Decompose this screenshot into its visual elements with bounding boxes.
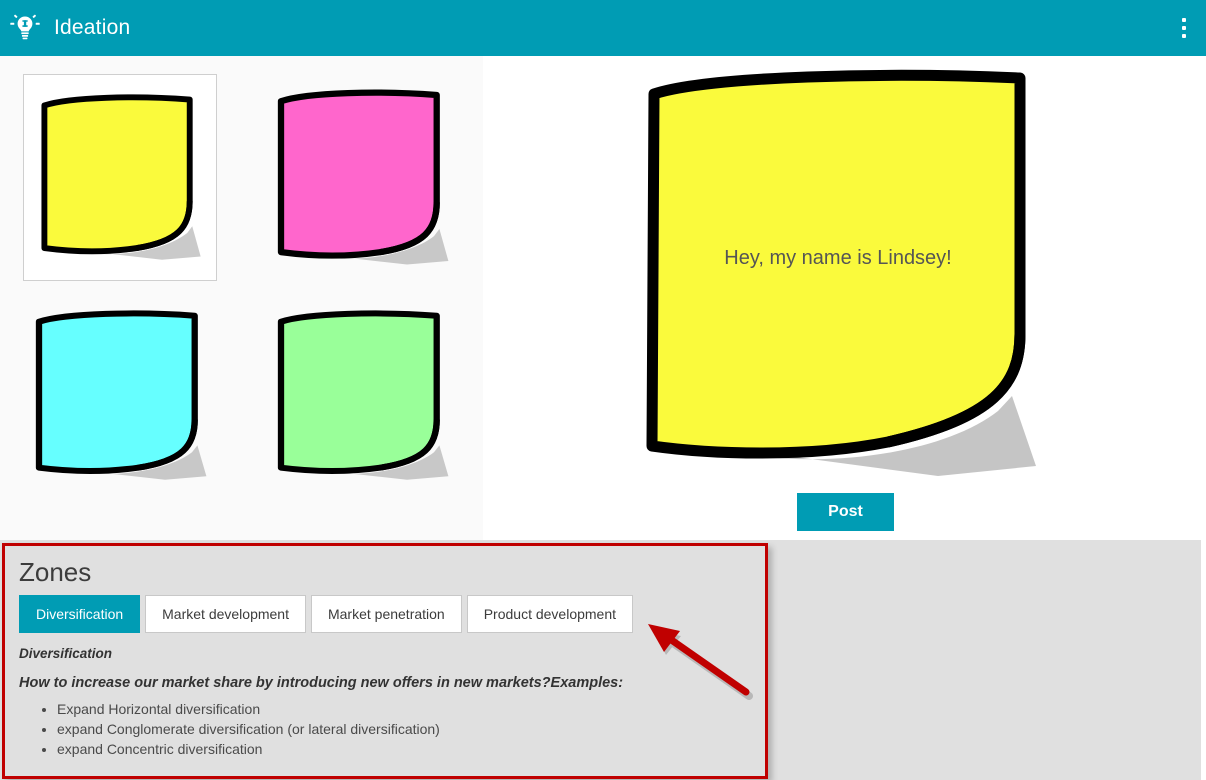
zone-subtitle: Diversification — [19, 646, 113, 661]
zones-panel: Zones Diversification Market development… — [2, 543, 768, 779]
list-item: expand Concentric diversification — [57, 739, 751, 759]
zones-title: Zones — [19, 557, 92, 587]
app-root: Ideation Hey, my name is Lindsey! Post Z… — [0, 0, 1206, 780]
note-color-palette — [0, 56, 483, 540]
sticky-note-pink — [272, 87, 452, 269]
menu-dot — [1182, 26, 1186, 30]
tab-product-development[interactable]: Product development — [466, 595, 634, 633]
menu-dot — [1182, 18, 1186, 22]
palette-note-cyan[interactable] — [23, 296, 217, 496]
sticky-note-cyan — [30, 308, 210, 484]
lightbulb-idea-icon — [8, 11, 42, 45]
app-title: Ideation — [54, 16, 131, 39]
app-header: Ideation — [0, 0, 1206, 56]
zone-content: Diversification How to increase our mark… — [19, 646, 751, 759]
list-item: Expand Horizontal diversification — [57, 699, 751, 719]
more-vertical-icon[interactable] — [1172, 13, 1196, 43]
right-edge-spacer — [1201, 540, 1206, 780]
tab-market-penetration[interactable]: Market penetration — [310, 595, 462, 633]
zones-region: Zones Diversification Market development… — [0, 540, 1206, 780]
list-item: expand Conglomerate diversification (or … — [57, 719, 751, 739]
menu-dot — [1182, 34, 1186, 38]
palette-note-yellow[interactable] — [23, 74, 217, 281]
note-canvas: Hey, my name is Lindsey! Post — [483, 56, 1206, 540]
palette-note-green[interactable] — [265, 296, 459, 496]
sticky-note-yellow — [36, 92, 204, 264]
palette-note-pink[interactable] — [265, 74, 459, 281]
zones-tab-bar: Diversification Market development Marke… — [19, 595, 751, 633]
post-button[interactable]: Post — [797, 493, 894, 531]
sticky-note-green — [272, 308, 452, 484]
zone-question: How to increase our market share by intr… — [19, 675, 624, 691]
active-sticky-note[interactable]: Hey, my name is Lindsey! — [638, 66, 1048, 481]
zone-bullet-list: Expand Horizontal diversification expand… — [57, 699, 751, 759]
tab-market-development[interactable]: Market development — [145, 595, 306, 633]
tab-diversification[interactable]: Diversification — [19, 595, 141, 633]
